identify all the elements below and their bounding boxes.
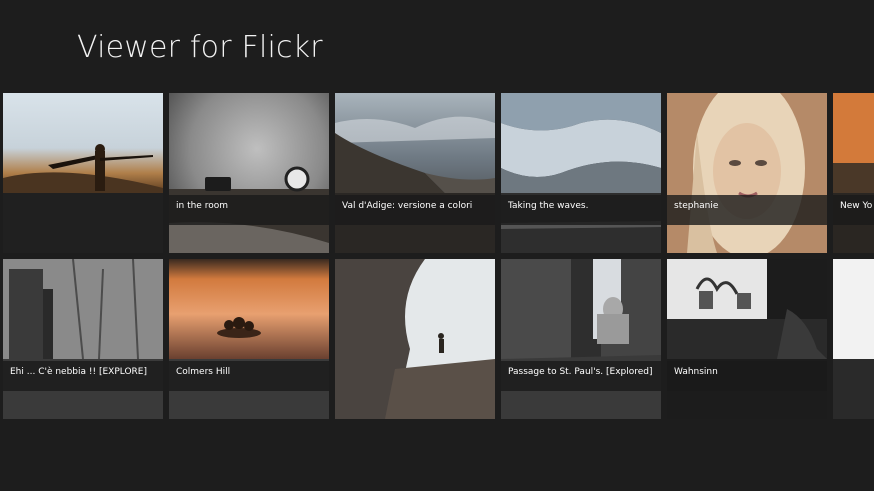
photo-caption: stephanie — [667, 195, 827, 225]
photo-tile[interactable]: Ehi ... C'è nebbia !! [EXPLORE] — [3, 259, 163, 419]
photo-caption: Colmers Hill — [169, 361, 329, 391]
photo-tile[interactable]: Passage to St. Paul's. [Explored] — [501, 259, 661, 419]
photo-image — [3, 93, 163, 253]
photo-tile[interactable] — [3, 93, 163, 253]
photo-caption: Wahnsinn — [667, 361, 827, 391]
photo-caption: Val d'Adige: versione a colori — [335, 195, 495, 225]
photo-caption: in the room — [169, 195, 329, 225]
photo-tile[interactable] — [833, 259, 874, 419]
photo-image — [501, 93, 661, 253]
photo-tile[interactable]: Wahnsinn — [667, 259, 827, 419]
photo-image — [335, 93, 495, 253]
photo-image — [833, 93, 874, 253]
photo-tile[interactable]: Taking the waves. — [501, 93, 661, 253]
photo-tile[interactable]: stephanie — [667, 93, 827, 253]
photo-tile[interactable]: Val d'Adige: versione a colori — [335, 93, 495, 253]
photo-tile[interactable]: in the room — [169, 93, 329, 253]
photo-tile[interactable]: Colmers Hill — [169, 259, 329, 419]
app-window: Viewer for Flickr in the room Val d'Adig… — [0, 0, 874, 491]
photo-caption: Taking the waves. — [501, 195, 661, 225]
photo-image — [833, 259, 874, 419]
photo-tile[interactable]: New Yo — [833, 93, 874, 253]
photo-caption: New Yo — [833, 195, 874, 225]
photo-caption: Passage to St. Paul's. [Explored] — [501, 361, 661, 391]
photo-image — [169, 93, 329, 253]
photo-caption: Ehi ... C'è nebbia !! [EXPLORE] — [3, 361, 163, 391]
photo-image — [501, 259, 661, 419]
app-title: Viewer for Flickr — [77, 30, 323, 65]
photo-image — [3, 259, 163, 419]
photo-image — [335, 259, 495, 419]
photo-tile[interactable] — [335, 259, 495, 419]
photo-image — [169, 259, 329, 419]
photo-image — [667, 93, 827, 253]
photo-image — [667, 259, 827, 419]
